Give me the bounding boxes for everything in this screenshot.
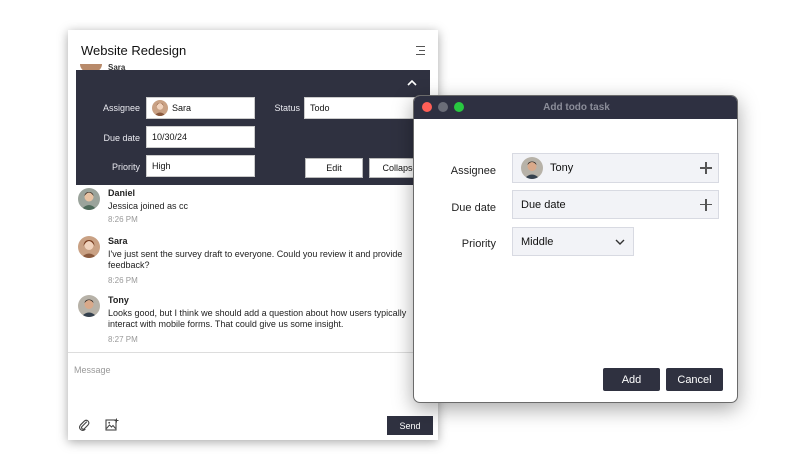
message-author: Sara — [108, 236, 128, 246]
priority-select[interactable]: Middle — [512, 227, 634, 256]
due-date-field[interactable]: 10/30/24 — [146, 126, 255, 148]
assignee-value: Sara — [172, 103, 192, 113]
message-author: Daniel — [108, 188, 136, 198]
priority-value: High — [152, 161, 171, 171]
assignee-value: Tony — [550, 162, 574, 174]
due-date-label: Due date — [451, 202, 496, 214]
minimize-window-button[interactable] — [438, 102, 448, 112]
assignee-field[interactable]: Sara — [146, 97, 255, 119]
plus-icon[interactable] — [700, 198, 712, 211]
avatar — [521, 157, 543, 179]
add-button[interactable]: Add — [603, 368, 660, 391]
avatar — [78, 236, 100, 258]
add-todo-dialog: Add todo task Assignee Tony Due date Due… — [413, 95, 738, 403]
avatar — [78, 295, 100, 317]
message-text: Jessica joined as cc — [108, 201, 189, 211]
edit-button[interactable]: Edit — [305, 158, 363, 178]
status-field[interactable]: Todo — [304, 97, 430, 119]
list-item: Daniel Jessica joined as cc 8:26 PM — [78, 188, 428, 233]
list-item: Sara I've just sent the survey draft to … — [78, 236, 428, 288]
message-time: 8:26 PM — [108, 276, 138, 285]
assignee-label: Assignee — [450, 165, 496, 177]
assignee-field[interactable]: Tony — [512, 153, 719, 183]
priority-field[interactable]: High — [146, 155, 255, 177]
message-author: Tony — [108, 295, 129, 305]
due-date-field[interactable]: Due date — [512, 190, 719, 219]
status-label: Status — [274, 103, 300, 113]
composer-divider — [68, 352, 438, 353]
chevron-up-icon[interactable] — [406, 78, 418, 88]
message-time: 8:26 PM — [108, 215, 138, 224]
due-date-label: Due date — [103, 133, 140, 143]
avatar — [152, 100, 168, 116]
chat-title: Website Redesign — [81, 43, 187, 58]
avatar — [78, 188, 100, 210]
paperclip-icon[interactable] — [78, 418, 90, 432]
list-item: Tony Looks good, but I think we should a… — [78, 295, 428, 347]
message-input[interactable] — [74, 360, 414, 380]
task-detail-panel: Assignee Sara Status Todo Due date 10/30… — [76, 70, 430, 185]
send-button[interactable]: Send — [387, 416, 433, 435]
status-value: Todo — [310, 103, 330, 113]
priority-label: Priority — [461, 238, 496, 250]
image-icon[interactable] — [105, 418, 119, 432]
chevron-down-icon — [615, 239, 625, 245]
message-text: I've just sent the survey draft to every… — [108, 249, 403, 270]
priority-label: Priority — [111, 162, 140, 172]
cancel-button[interactable]: Cancel — [666, 368, 723, 391]
menu-icon[interactable] — [416, 46, 425, 55]
dialog-titlebar: Add todo task — [414, 96, 737, 119]
due-date-value: Due date — [521, 198, 566, 211]
message-time: 8:27 PM — [108, 335, 138, 344]
due-date-value: 10/30/24 — [152, 132, 188, 142]
maximize-window-button[interactable] — [454, 102, 464, 112]
close-window-button[interactable] — [422, 102, 432, 112]
chat-window: Website Redesign Sara Assignee Sara Stat… — [68, 30, 438, 440]
assignee-label: Assignee — [102, 103, 140, 113]
plus-icon[interactable] — [700, 162, 712, 174]
priority-value: Middle — [521, 235, 554, 248]
message-text: Looks good, but I think we should add a … — [108, 308, 407, 329]
